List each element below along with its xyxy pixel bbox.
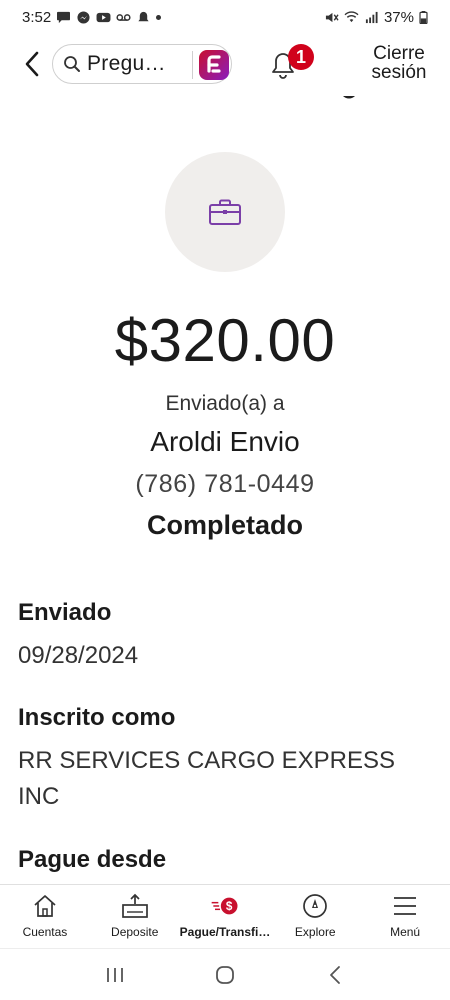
chat-icon	[57, 11, 71, 23]
search-divider	[192, 51, 193, 79]
sent-to-label: Enviado(a) a	[165, 392, 285, 415]
nav-item-explore[interactable]: Explore	[270, 885, 360, 948]
scrolled-text-fragment	[343, 96, 355, 99]
home-button-icon	[216, 965, 234, 984]
wifi-icon	[344, 10, 359, 22]
nav-item-menu[interactable]: Menú	[360, 885, 450, 948]
signout-button[interactable]: Cierre sesión	[360, 44, 438, 82]
notification-count-badge: 1	[288, 44, 314, 70]
transaction-status: Completado	[146, 510, 303, 540]
status-bar: 3:52 37%	[0, 0, 450, 34]
youtube-icon	[96, 12, 111, 22]
signout-label-line1: Cierre	[373, 43, 425, 64]
home-icon	[34, 895, 56, 917]
bottom-nav: Cuentas Deposite $ Pague/Transfi… Explor…	[0, 884, 450, 948]
search-erica-input[interactable]: Pregu…	[52, 44, 232, 84]
signal-icon	[365, 11, 378, 23]
menu-icon	[394, 897, 417, 915]
enrolled-as-label: Inscrito como	[18, 704, 176, 731]
battery-icon	[419, 10, 428, 24]
nav-item-deposit[interactable]: Deposite	[90, 885, 180, 948]
enrolled-as-value: RR SERVICES CARGO EXPRESS INC	[18, 747, 395, 810]
system-nav-bar	[0, 948, 450, 1000]
nav-label-deposit: Deposite	[111, 925, 159, 939]
voicemail-icon	[116, 13, 131, 21]
transaction-icon-circle	[165, 152, 285, 272]
chevron-left-icon	[25, 51, 39, 77]
nav-label-explore: Explore	[294, 925, 336, 939]
alarm-icon	[138, 11, 149, 21]
back-button[interactable]	[18, 48, 46, 80]
back-arrow-icon	[330, 965, 340, 984]
nav-label-accounts: Cuentas	[22, 925, 68, 939]
erica-logo-icon[interactable]	[199, 50, 229, 80]
system-back-button[interactable]	[315, 960, 355, 990]
more-notifications-dot	[156, 14, 162, 20]
sent-date-label: Enviado	[18, 599, 112, 626]
nav-item-accounts[interactable]: Cuentas	[0, 885, 90, 948]
signout-label-line2: sesión	[371, 62, 427, 83]
recipient-name: Aroldi Envio	[150, 426, 300, 457]
deposit-icon	[121, 893, 148, 918]
transaction-detail[interactable]: $320.00 Enviado(a) a Aroldi Envio (786) …	[0, 96, 450, 882]
app-header: Pregu… 1 Cierre sesión	[0, 36, 450, 94]
mute-icon	[325, 12, 339, 22]
messenger-icon	[77, 10, 90, 24]
nav-label-menu: Menú	[390, 925, 421, 939]
status-time: 3:52	[22, 8, 52, 26]
search-placeholder: Pregu…	[87, 52, 166, 75]
nav-item-pay-transfer[interactable]: $ Pague/Transfi…	[179, 885, 271, 948]
recent-apps-button[interactable]	[95, 960, 135, 990]
recent-apps-icon	[107, 967, 123, 982]
nav-label-pay-transfer: Pague/Transfi…	[179, 925, 271, 939]
sent-date-value: 09/28/2024	[18, 642, 139, 669]
pay-transfer-icon: $	[211, 897, 238, 915]
svg-text:$: $	[226, 900, 233, 913]
briefcase-icon	[209, 199, 241, 225]
paid-from-label: Pague desde	[18, 846, 167, 873]
compass-icon	[303, 894, 328, 918]
battery-percent: 37%	[383, 8, 414, 26]
home-system-button[interactable]	[205, 960, 245, 990]
search-icon	[64, 56, 80, 72]
recipient-phone: (786) 781-0449	[135, 470, 315, 498]
transaction-amount: $320.00	[114, 307, 336, 374]
